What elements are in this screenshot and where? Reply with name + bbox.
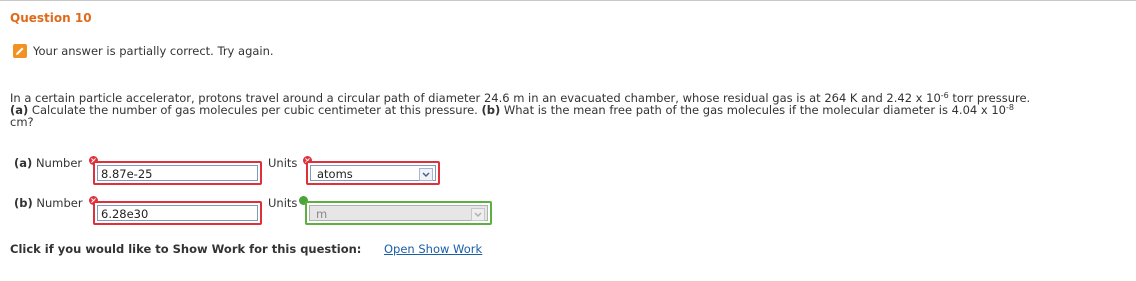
part-b-number-wrapper: 6.28e30 [93, 201, 262, 225]
pencil-icon [13, 44, 27, 58]
chevron-down-icon[interactable] [419, 168, 433, 181]
part-b-units-label: Units [268, 196, 298, 210]
top-divider [0, 0, 1136, 1]
status-text: Your answer is partially correct. Try ag… [33, 44, 274, 58]
show-work-prompt: Click if you would like to Show Work for… [10, 242, 362, 256]
problem-statement: In a certain particle accelerator, proto… [10, 91, 1031, 129]
part-a-number-label: (a) Number [14, 156, 83, 170]
chevron-down-icon [471, 208, 485, 221]
part-a-units-label: Units [268, 156, 298, 170]
part-a-units-wrapper: atoms [306, 161, 440, 185]
question-title: Question 10 [10, 11, 92, 25]
status-message: Your answer is partially correct. Try ag… [13, 44, 274, 58]
part-a-number-input[interactable]: 8.87e-25 [97, 165, 258, 181]
part-a-number-wrapper: 8.87e-25 [93, 161, 262, 185]
part-b-units-wrapper: m [305, 201, 492, 225]
part-b-units-select: m [309, 205, 488, 221]
part-b-number-input[interactable]: 6.28e30 [97, 205, 258, 221]
open-show-work-link[interactable]: Open Show Work [384, 242, 482, 256]
part-b-number-label: (b) Number [14, 196, 83, 210]
part-a-units-select[interactable]: atoms [310, 165, 436, 181]
